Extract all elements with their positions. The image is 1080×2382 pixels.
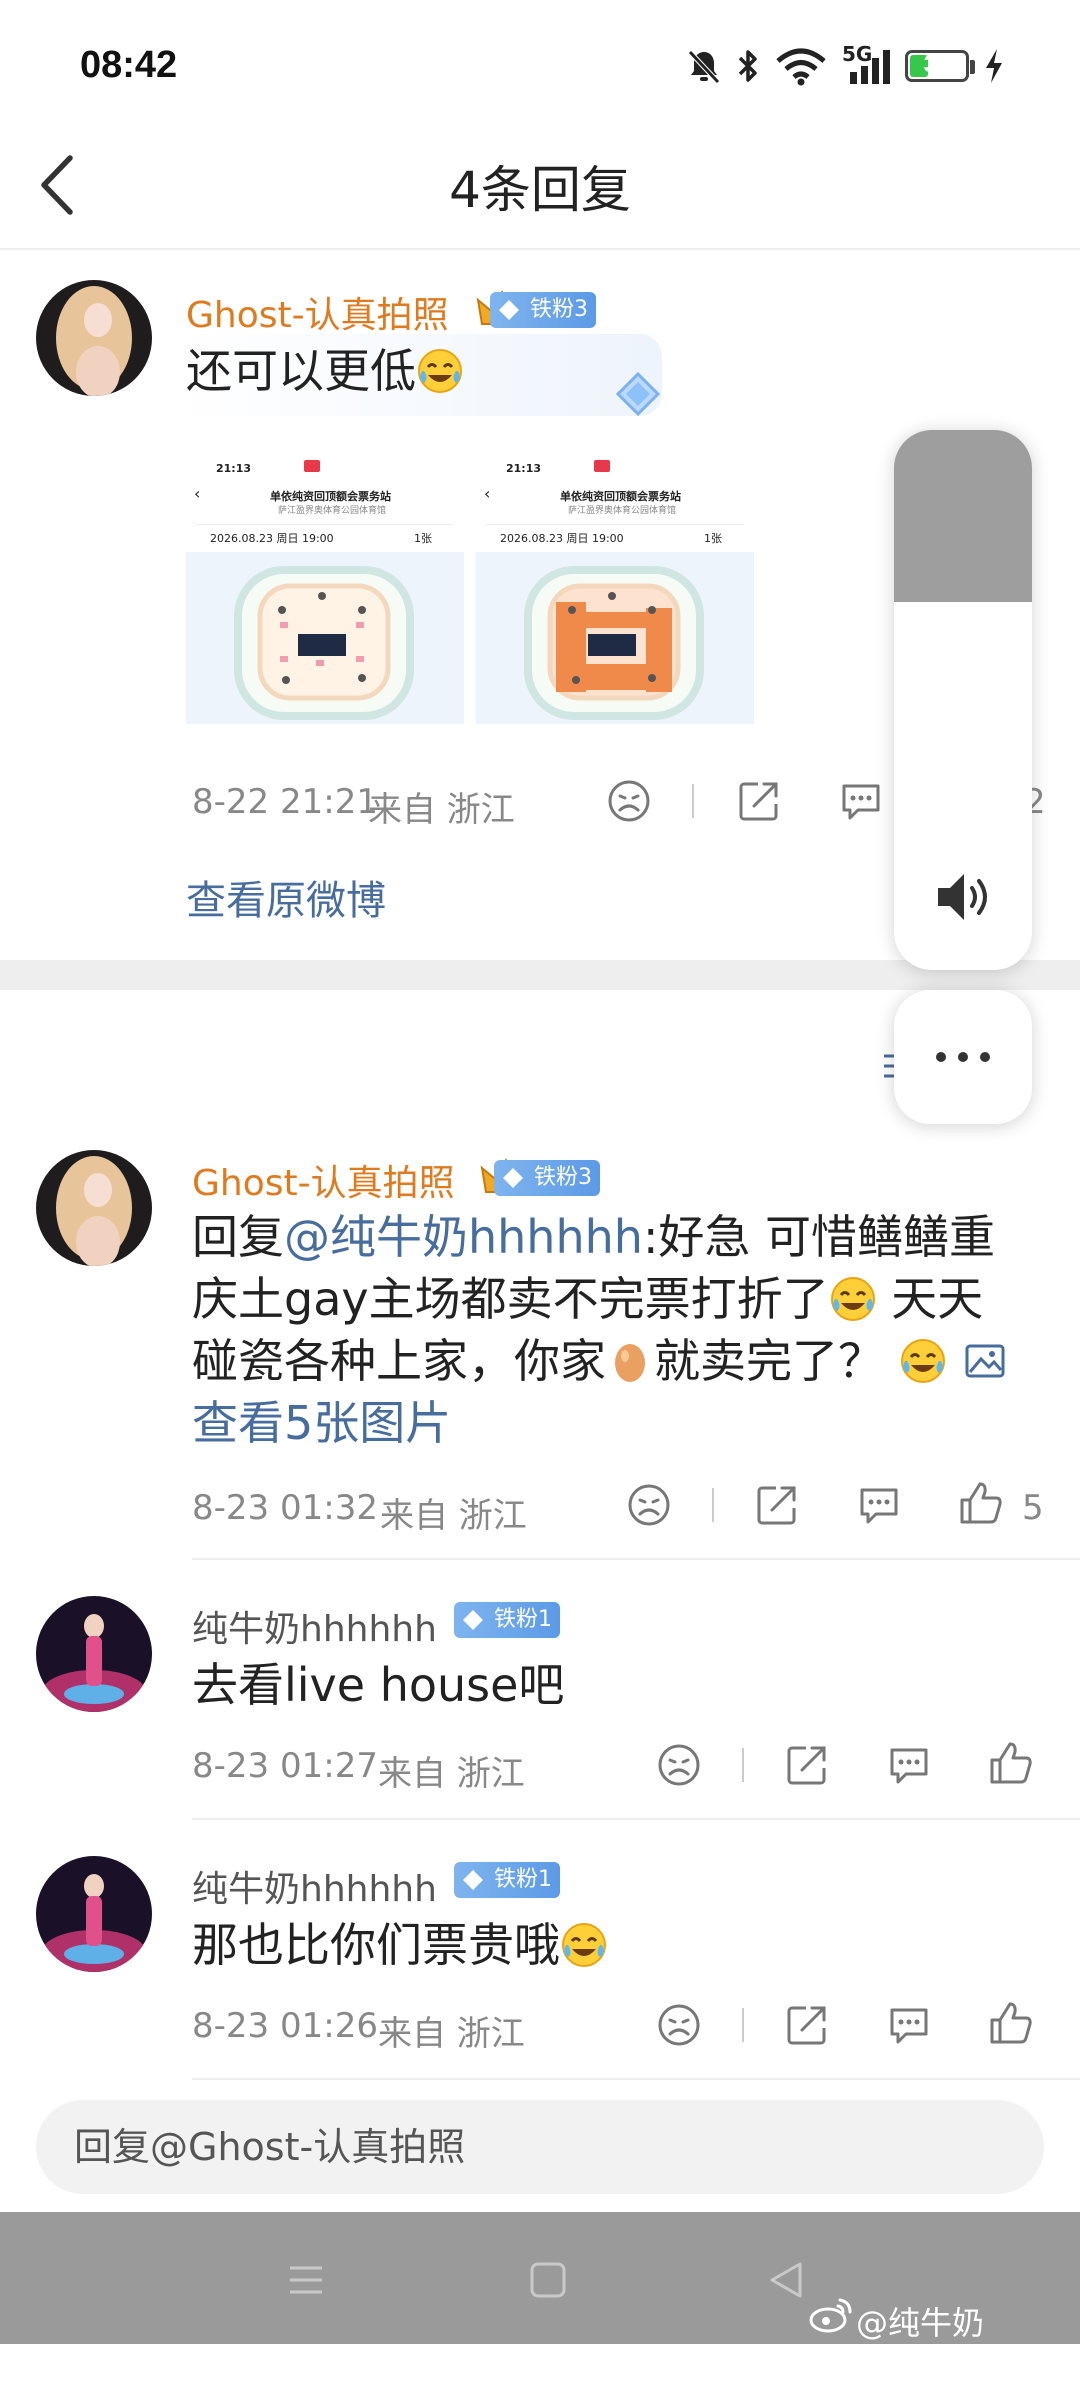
volume-slider[interactable] xyxy=(894,430,1032,970)
diamond-icon xyxy=(463,1610,483,1630)
reply-text: 回复@纯牛奶hhhhhh:好急 可惜鳝鳝重 庆土gay主场都卖不完票打折了 天天… xyxy=(192,1206,1052,1454)
speaker-icon xyxy=(938,874,987,920)
location: 来自 浙江 xyxy=(368,790,515,830)
diamond-icon xyxy=(499,300,519,320)
more-dots-icon xyxy=(936,1052,990,1062)
timestamp: 8-22 21:21 xyxy=(192,782,378,822)
comment-text: 还可以更低 xyxy=(186,340,464,402)
weibo-logo-icon xyxy=(809,2298,852,2333)
wifi-icon xyxy=(776,48,826,86)
share-icon[interactable] xyxy=(782,1740,832,1790)
laugh-cry-emoji-icon xyxy=(562,1923,606,1967)
location: 来自 浙江 xyxy=(378,2014,525,2054)
fan-badge: 铁粉3 xyxy=(490,292,596,328)
fan-badge: 铁粉1 xyxy=(454,1602,560,1638)
avatar[interactable] xyxy=(36,1596,152,1712)
dislike-icon[interactable] xyxy=(654,1740,704,1790)
reply-input[interactable] xyxy=(36,2100,1044,2194)
bluetooth-icon xyxy=(738,50,757,82)
username[interactable]: Ghost-认真拍照 xyxy=(192,1154,455,1206)
comment-icon[interactable] xyxy=(884,1740,934,1790)
timestamp: 8-23 01:27 xyxy=(192,1746,378,1786)
username[interactable]: 纯牛奶hhhhhh xyxy=(192,1860,437,1912)
avatar[interactable] xyxy=(36,1856,152,1972)
menu-icon[interactable] xyxy=(286,2260,326,2300)
page-title: 4条回复 xyxy=(449,161,631,219)
diamond-icon xyxy=(615,371,661,417)
avatar[interactable] xyxy=(36,280,152,396)
mute-bell-icon xyxy=(688,50,720,84)
avatar[interactable] xyxy=(36,1150,152,1266)
more-options-button[interactable] xyxy=(894,990,1032,1124)
fan-badge: 铁粉3 xyxy=(494,1160,600,1196)
mention-link[interactable]: @纯牛奶hhhhhh xyxy=(284,1210,643,1264)
thumbs-up-icon[interactable] xyxy=(986,1998,1036,2048)
view-images-link[interactable]: 查看5张图片 xyxy=(192,1392,1052,1454)
fan-badge: 铁粉1 xyxy=(454,1862,560,1898)
thumbs-up-icon[interactable] xyxy=(986,1738,1036,1788)
comment-icon[interactable] xyxy=(836,776,886,826)
laugh-cry-emoji-icon xyxy=(830,1277,875,1321)
home-icon[interactable] xyxy=(528,2260,568,2300)
status-time: 08:42 xyxy=(80,44,178,86)
share-icon[interactable] xyxy=(782,2000,832,2050)
share-icon[interactable] xyxy=(734,776,784,826)
location: 来自 浙江 xyxy=(380,1496,527,1536)
dislike-icon[interactable] xyxy=(654,2000,704,2050)
reply-text: 那也比你们票贵哦 xyxy=(192,1914,608,1976)
thumbs-up-icon[interactable] xyxy=(956,1478,1006,1528)
comment-icon[interactable] xyxy=(884,2000,934,2050)
dislike-icon[interactable] xyxy=(624,1480,674,1530)
reply-text: 去看live house吧 xyxy=(192,1658,565,1712)
egg-icon xyxy=(615,1344,645,1382)
like-count: 5 xyxy=(1022,1488,1044,1528)
comment-image[interactable]: 21:13 单依纯资回顶额会票务站 萨江盈界奥体育公园体育馆 ‹ 2026.08… xyxy=(186,440,464,724)
diamond-icon xyxy=(463,1870,483,1890)
signal-icon xyxy=(850,50,890,84)
back-triangle-icon[interactable] xyxy=(766,2260,806,2300)
share-icon[interactable] xyxy=(752,1480,802,1530)
charging-icon xyxy=(986,49,1002,83)
location: 来自 浙江 xyxy=(378,1754,525,1794)
username[interactable]: Ghost-认真拍照 xyxy=(186,286,449,338)
comment-icon[interactable] xyxy=(854,1480,904,1530)
watermark: @纯牛奶hhhhhh xyxy=(856,2304,985,2382)
laugh-cry-emoji-icon xyxy=(900,1339,945,1383)
view-original-link[interactable]: 查看原微博 xyxy=(186,868,386,926)
dislike-icon[interactable] xyxy=(604,776,654,826)
comment-image[interactable]: 21:13 单依纯资回顶额会票务站 萨江盈界奥体育公园体育馆 ‹ 2026.08… xyxy=(476,440,754,724)
image-icon[interactable] xyxy=(961,1337,1009,1385)
username[interactable]: 纯牛奶hhhhhh xyxy=(192,1600,437,1652)
battery-indicator: 33 xyxy=(905,50,969,82)
laugh-cry-emoji-icon xyxy=(418,349,462,393)
timestamp: 8-23 01:26 xyxy=(192,2006,378,2046)
timestamp: 8-23 01:32 xyxy=(192,1488,378,1528)
diamond-icon xyxy=(503,1168,523,1188)
